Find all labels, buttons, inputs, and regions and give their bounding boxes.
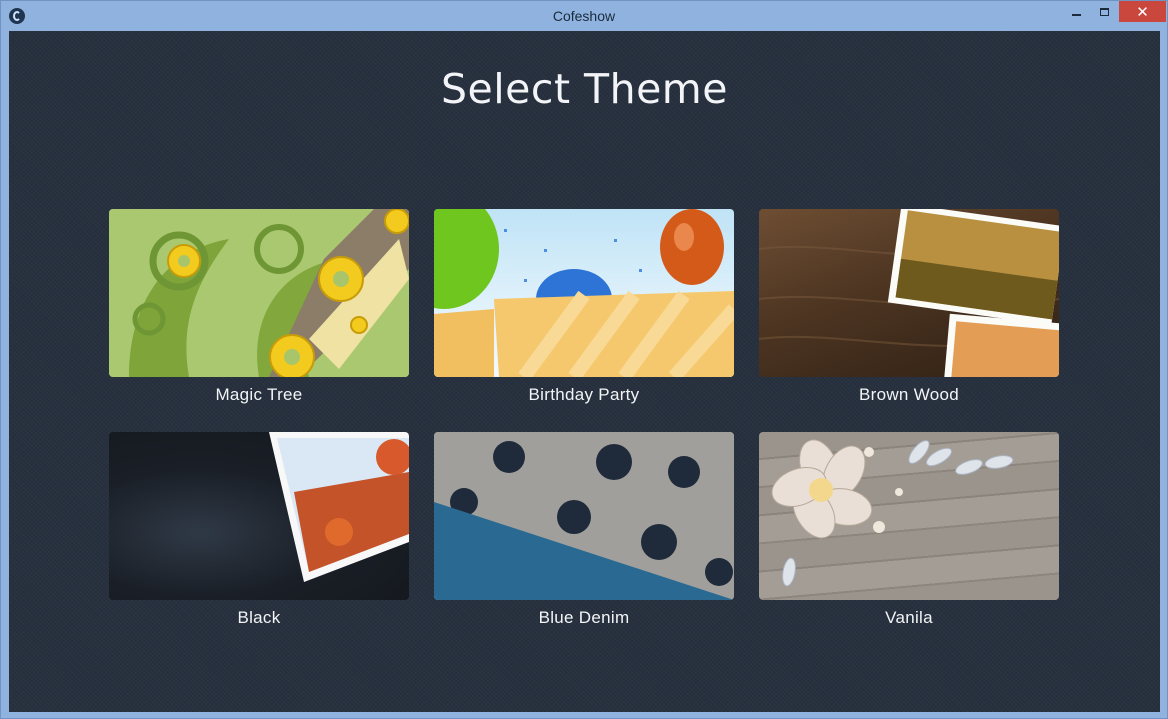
theme-card-vanila[interactable]: Vanila (759, 432, 1059, 632)
blue-denim-thumbnail[interactable] (434, 432, 734, 600)
maximize-icon (1099, 7, 1109, 16)
window-title: Cofeshow (552, 8, 616, 24)
close-button[interactable]: ✕ (1119, 1, 1166, 22)
vanila-thumbnail[interactable] (759, 432, 1059, 600)
theme-card-brown-wood[interactable]: Brown Wood (759, 209, 1059, 409)
black-thumbnail[interactable] (109, 432, 409, 600)
theme-label: Magic Tree (215, 385, 303, 404)
page-title: Select Theme (441, 65, 728, 113)
minimize-button[interactable] (1062, 1, 1090, 22)
theme-label: Vanila (885, 608, 933, 627)
theme-card-black[interactable]: Black (109, 432, 409, 632)
theme-card-blue-denim[interactable]: Blue Denim (434, 432, 734, 632)
theme-label: Blue Denim (538, 608, 630, 627)
brown-wood-thumbnail[interactable] (759, 209, 1059, 377)
theme-card-birthday-party[interactable]: Birthday Party (434, 209, 734, 409)
app-window: Cofeshow ✕ Select Theme Magic Tree Birth… (0, 0, 1168, 719)
theme-card-magic-tree[interactable]: Magic Tree (109, 209, 409, 409)
theme-label: Brown Wood (858, 385, 959, 404)
title-bar[interactable]: Cofeshow ✕ (1, 1, 1167, 31)
maximize-button[interactable] (1090, 1, 1118, 22)
minimize-icon (1071, 13, 1081, 16)
birthday-party-thumbnail[interactable] (434, 209, 734, 377)
theme-selection-panel: Select Theme Magic Tree Birthday Party B… (9, 31, 1160, 712)
magic-tree-thumbnail[interactable] (109, 209, 409, 377)
theme-label: Birthday Party (528, 385, 640, 404)
theme-label: Black (237, 608, 281, 627)
close-icon: ✕ (1136, 3, 1149, 21)
